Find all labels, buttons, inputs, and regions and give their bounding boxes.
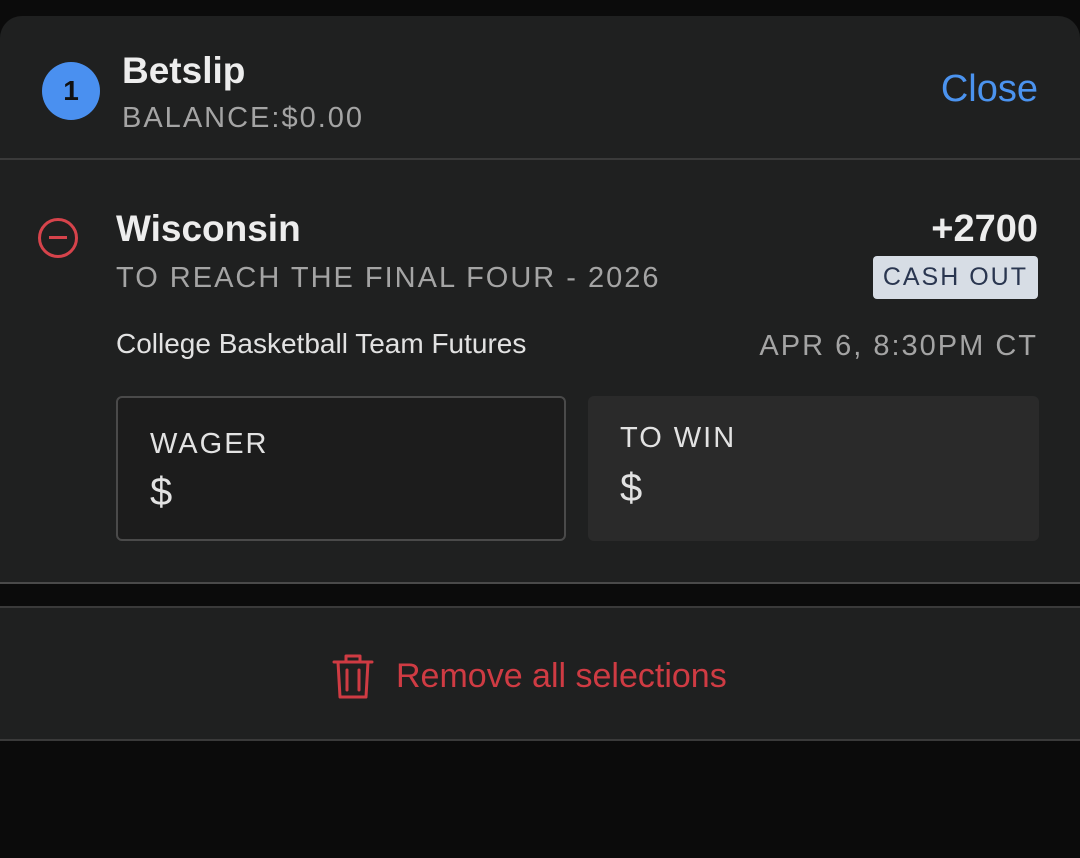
selection-market: TO REACH THE FINAL FOUR - 2026 [116, 262, 661, 294]
bet-selection: Wisconsin TO REACH THE FINAL FOUR - 2026… [0, 160, 1080, 584]
betslip-header: 1 Betslip BALANCE:$0.00 Close [0, 16, 1080, 160]
event-datetime: APR 6, 8:30PM CT [759, 330, 1038, 362]
remove-all-label: Remove all selections [396, 656, 727, 695]
betslip-footer: Remove all selections [0, 606, 1080, 741]
cash-out-badge: CASH OUT [872, 256, 1038, 299]
selection-count-badge: 1 [42, 62, 100, 120]
selection-team: Wisconsin [116, 208, 301, 249]
betslip-panel: 1 Betslip BALANCE:$0.00 Close Wisconsin … [0, 16, 1080, 584]
wager-value: $ [150, 470, 173, 514]
selection-odds: +2700 [931, 208, 1038, 250]
balance-text: BALANCE:$0.00 [122, 102, 365, 134]
close-button[interactable]: Close [941, 68, 1038, 111]
to-win-value: $ [620, 466, 643, 510]
to-win-field: TO WIN $ [588, 396, 1039, 541]
betslip-title: Betslip [122, 50, 246, 91]
wager-input[interactable]: WAGER $ [116, 396, 566, 541]
wager-label: WAGER [150, 428, 269, 460]
trash-icon [332, 654, 374, 699]
minus-circle-icon[interactable] [38, 218, 78, 258]
selection-league: College Basketball Team Futures [116, 328, 527, 359]
to-win-label: TO WIN [620, 422, 737, 454]
remove-all-selections-button[interactable]: Remove all selections [330, 652, 727, 700]
